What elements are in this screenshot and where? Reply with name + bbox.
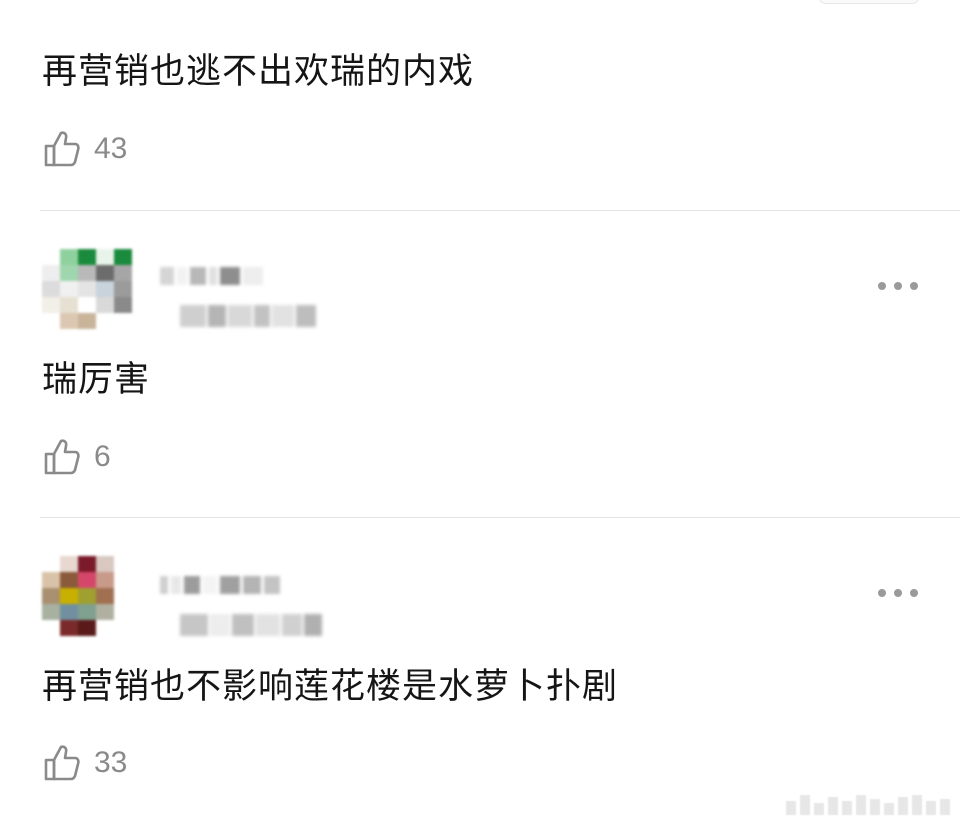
like-count: 43	[94, 132, 128, 165]
like-button[interactable]: 43	[42, 128, 127, 170]
comment-item: 瑞厉害 6	[0, 211, 960, 518]
thumbs-up-icon	[44, 439, 80, 475]
comment-text: 瑞厉害	[42, 360, 151, 400]
comment-item: 再营销也不影响莲花楼是水萝卜扑剧 33	[0, 518, 960, 825]
avatar[interactable]	[42, 556, 132, 636]
like-button[interactable]: 6	[42, 436, 111, 478]
more-horizontal-icon	[878, 282, 886, 290]
watermark	[786, 795, 950, 815]
avatar[interactable]	[42, 249, 132, 329]
comment-item: 再营销也逃不出欢瑞的内戏 43	[0, 0, 960, 212]
thumbs-up-icon	[44, 131, 80, 167]
thumbs-up-icon	[44, 745, 80, 781]
comment-meta	[180, 612, 322, 638]
like-button[interactable]: 33	[42, 742, 127, 784]
username[interactable]	[160, 574, 280, 596]
more-options-button[interactable]	[878, 276, 918, 296]
comment-text: 再营销也不影响莲花楼是水萝卜扑剧	[42, 667, 619, 707]
comment-text: 再营销也逃不出欢瑞的内戏	[42, 52, 475, 92]
username[interactable]	[160, 265, 263, 287]
more-horizontal-icon	[878, 589, 886, 597]
like-count: 33	[94, 746, 128, 779]
more-options-button[interactable]	[878, 583, 918, 603]
comment-meta	[180, 303, 316, 329]
like-count: 6	[94, 440, 111, 473]
